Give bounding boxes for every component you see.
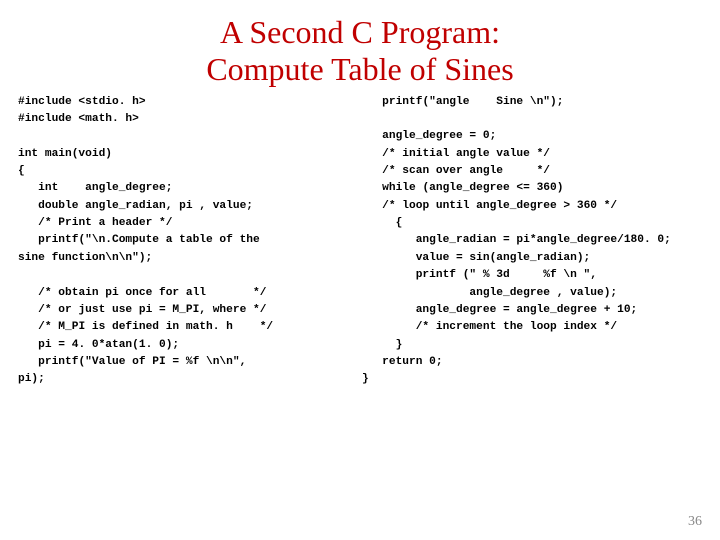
code-column-left: #include <stdio. h> #include <math. h> i… xyxy=(18,94,358,389)
code-columns: #include <stdio. h> #include <math. h> i… xyxy=(0,94,720,389)
slide: A Second C Program: Compute Table of Sin… xyxy=(0,0,720,540)
title-line-1: A Second C Program: xyxy=(220,14,500,50)
title-line-2: Compute Table of Sines xyxy=(206,51,513,87)
code-column-right: printf("angle Sine \n"); angle_degree = … xyxy=(362,94,702,389)
page-number: 36 xyxy=(688,514,702,530)
slide-title: A Second C Program: Compute Table of Sin… xyxy=(0,0,720,94)
